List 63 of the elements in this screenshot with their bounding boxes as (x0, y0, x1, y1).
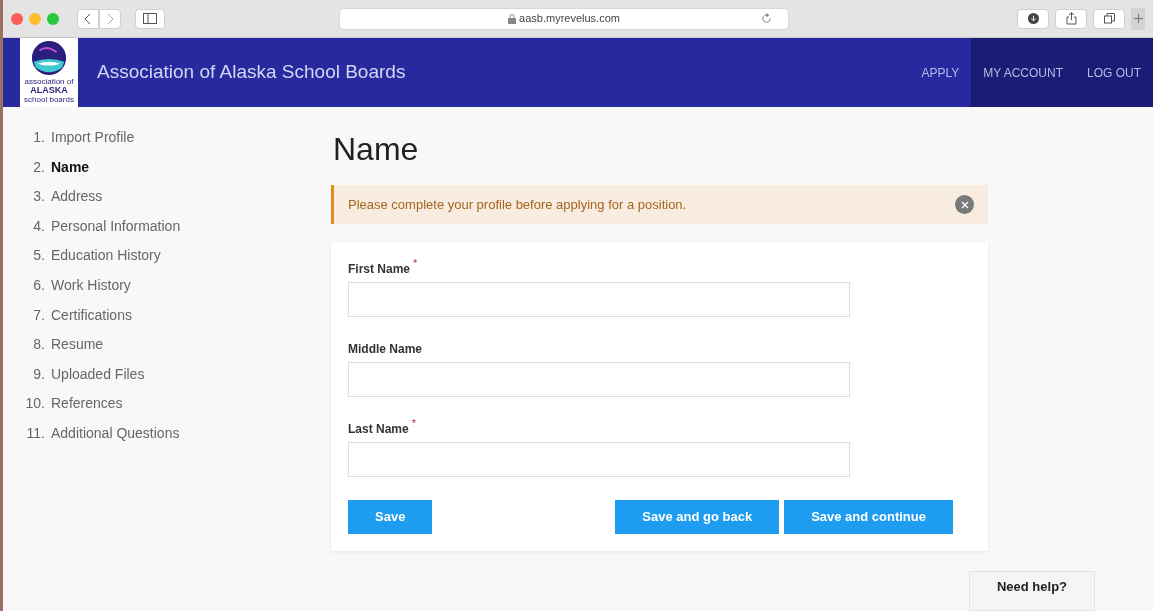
required-mark: * (413, 258, 418, 271)
tabs-button[interactable] (1093, 8, 1125, 29)
nav-link[interactable]: LOG OUT (1075, 38, 1153, 107)
field-label: First Name (348, 261, 411, 276)
step-number: 7. (32, 305, 45, 325)
field-label: Middle Name (348, 341, 422, 356)
text-field[interactable] (348, 362, 850, 397)
form-button[interactable]: Save and go back (615, 500, 780, 534)
sidebar-button[interactable] (135, 8, 165, 29)
required-mark: * (411, 418, 416, 431)
step-link[interactable]: References (51, 393, 123, 412)
close-button[interactable] (955, 195, 974, 214)
step-number: 8. (32, 335, 45, 355)
share-button[interactable] (1055, 8, 1087, 29)
download-icon (1027, 13, 1039, 24)
step-link[interactable]: Resume (51, 334, 104, 353)
tabs-icon (1103, 13, 1115, 24)
logo-text: school boards (24, 95, 74, 104)
step-number: 6. (32, 275, 45, 295)
plus-icon (1133, 14, 1143, 23)
step-link[interactable]: Import Profile (51, 127, 135, 145)
step-link[interactable]: Personal Information (51, 215, 181, 234)
text-field[interactable] (348, 282, 850, 317)
logo-text: ALASKA (30, 86, 68, 95)
nav-link[interactable]: MY ACCOUNT (971, 38, 1075, 107)
close-icon (960, 200, 969, 209)
site-title: Association of Alaska School Boards (97, 60, 406, 85)
back-button[interactable] (77, 8, 99, 29)
step-link[interactable]: Education History (51, 245, 161, 264)
url-text: aasb.myrevelus.com (519, 11, 620, 27)
field-label: Last Name (348, 421, 409, 436)
share-icon (1065, 12, 1077, 25)
close-window-icon[interactable] (11, 12, 23, 25)
step-number: 3. (32, 187, 45, 207)
download-button[interactable] (1017, 8, 1049, 29)
help-button[interactable]: Need help? (969, 571, 1095, 611)
lock-icon (508, 13, 517, 24)
step-link[interactable]: Uploaded Files (51, 363, 145, 382)
sidebar-icon (143, 13, 157, 24)
step-number: 1. (32, 128, 45, 147)
address-bar[interactable]: aasb.myrevelus.com (339, 7, 789, 30)
forward-button[interactable] (99, 8, 121, 29)
page-heading: Name (333, 130, 420, 169)
alert-message: Please complete your profile before applying for a position. (348, 195, 687, 214)
new-tab-button[interactable] (1131, 7, 1145, 30)
step-number: 4. (32, 216, 45, 236)
text-field[interactable] (348, 442, 850, 477)
step-link[interactable]: Address (51, 186, 103, 205)
logo-text: association of (24, 77, 74, 86)
step-number: 9. (32, 364, 45, 384)
form-button[interactable]: Save (348, 500, 433, 534)
step-number: 2. (32, 157, 45, 177)
reload-icon[interactable] (761, 13, 772, 24)
form-button[interactable]: Save and continue (784, 500, 953, 534)
step-link[interactable]: Certifications (51, 304, 132, 323)
chevron-right-icon (106, 12, 114, 25)
step-number: 10. (24, 394, 45, 414)
step-link[interactable]: Work History (51, 274, 131, 293)
chevron-left-icon (84, 12, 92, 25)
step-link[interactable]: Additional Questions (51, 422, 180, 441)
step-link[interactable]: Name (51, 156, 90, 175)
step-number: 5. (32, 246, 45, 266)
step-number: 11. (25, 423, 45, 443)
